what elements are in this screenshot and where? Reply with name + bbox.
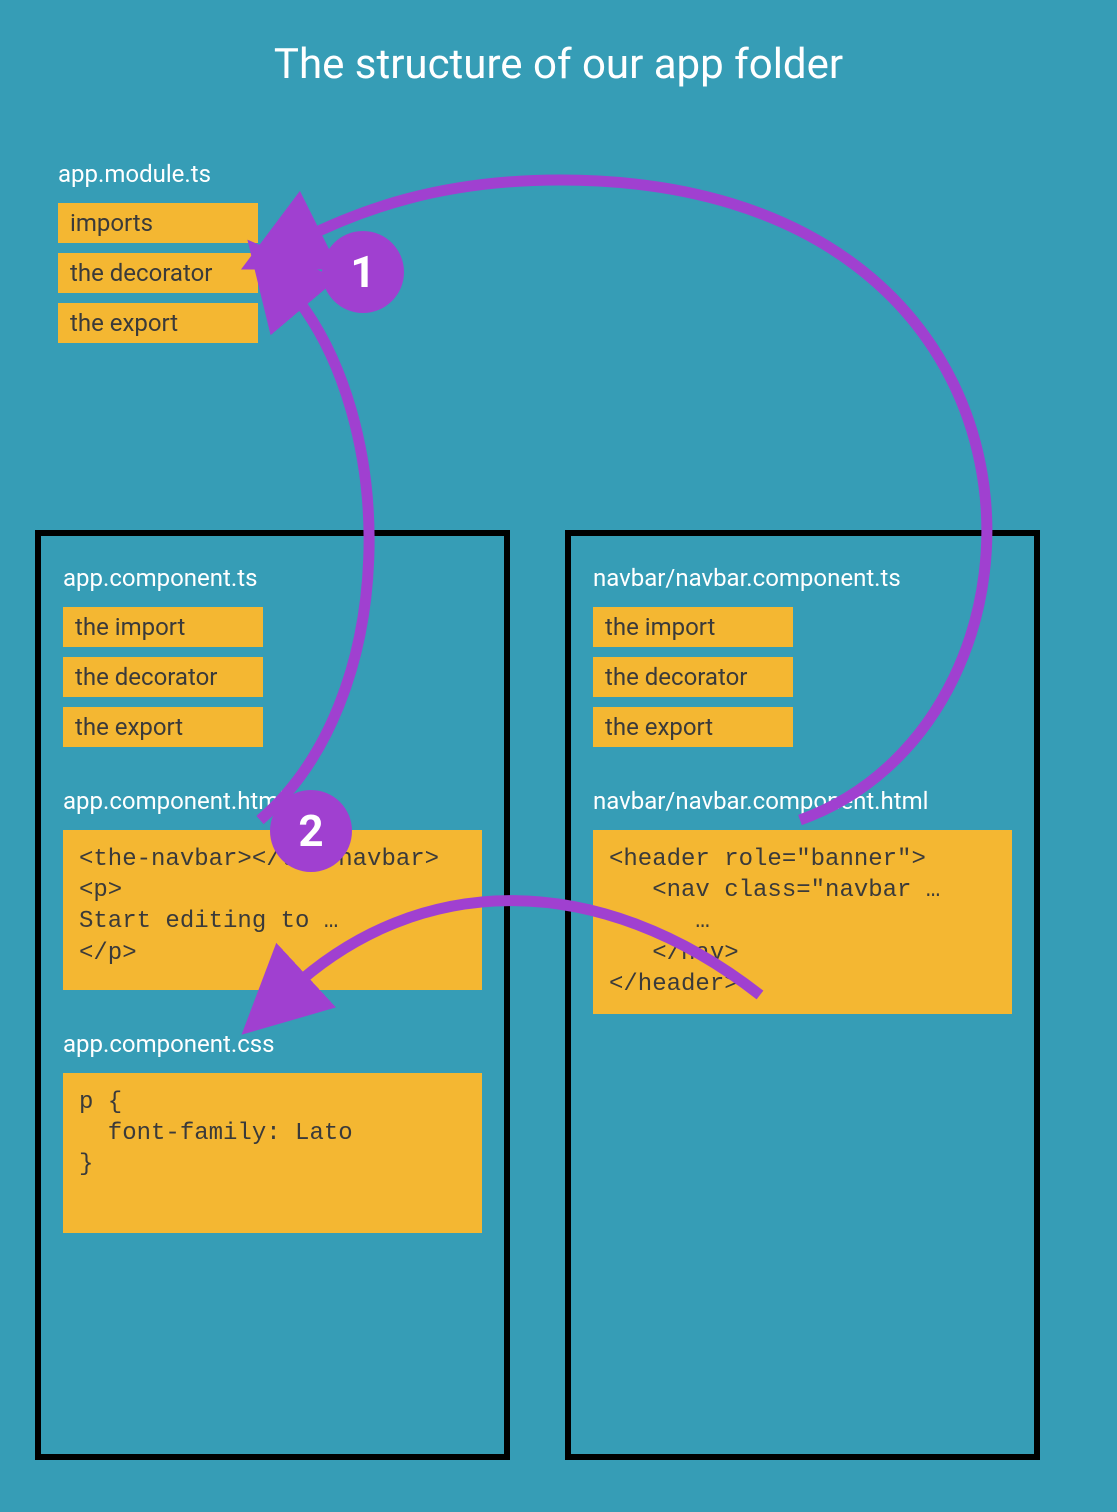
module-block: app.module.ts imports the decorator the … bbox=[58, 160, 258, 353]
module-part-export: the export bbox=[58, 303, 258, 343]
app-component-css: app.component.css p { font-family: Lato … bbox=[63, 1030, 482, 1233]
diagram-title: The structure of our app folder bbox=[0, 0, 1117, 89]
app-css-code: p { font-family: Lato } bbox=[63, 1073, 482, 1233]
module-part-decorator: the decorator bbox=[58, 253, 258, 293]
app-ts-part-export: the export bbox=[63, 707, 263, 747]
navbar-component-html: navbar/navbar.component.html <header rol… bbox=[593, 787, 1012, 1014]
app-ts-part-decorator: the decorator bbox=[63, 657, 263, 697]
app-css-filename: app.component.css bbox=[63, 1030, 482, 1058]
app-ts-filename: app.component.ts bbox=[63, 564, 482, 592]
app-html-filename: app.component.html bbox=[63, 787, 482, 815]
navbar-html-code: <header role="banner"> <nav class="navba… bbox=[593, 830, 1012, 1014]
navbar-ts-part-export: the export bbox=[593, 707, 793, 747]
navbar-component-ts: navbar/navbar.component.ts the import th… bbox=[593, 564, 1012, 747]
navbar-ts-part-decorator: the decorator bbox=[593, 657, 793, 697]
navbar-component-box: navbar/navbar.component.ts the import th… bbox=[565, 530, 1040, 1460]
badge-2: 2 bbox=[270, 790, 352, 872]
module-filename: app.module.ts bbox=[58, 160, 258, 188]
app-component-box: app.component.ts the import the decorato… bbox=[35, 530, 510, 1460]
navbar-html-filename: navbar/navbar.component.html bbox=[593, 787, 1012, 815]
badge-1: 1 bbox=[322, 231, 404, 313]
app-component-ts: app.component.ts the import the decorato… bbox=[63, 564, 482, 747]
app-html-code: <the-navbar></the-navbar> <p> Start edit… bbox=[63, 830, 482, 990]
navbar-ts-part-import: the import bbox=[593, 607, 793, 647]
navbar-ts-filename: navbar/navbar.component.ts bbox=[593, 564, 1012, 592]
app-ts-part-import: the import bbox=[63, 607, 263, 647]
module-part-imports: imports bbox=[58, 203, 258, 243]
